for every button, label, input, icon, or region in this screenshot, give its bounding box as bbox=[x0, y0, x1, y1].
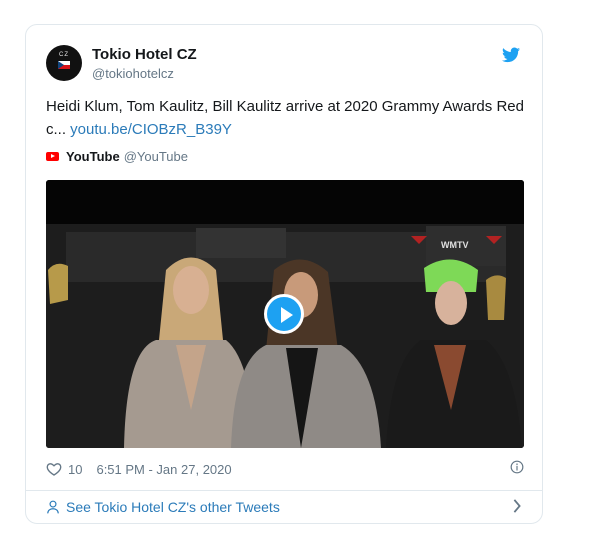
tweet-meta: 10 6:51 PM - Jan 27, 2020 bbox=[46, 459, 524, 479]
czech-flag-icon bbox=[58, 61, 70, 69]
tweet-timestamp[interactable]: 6:51 PM - Jan 27, 2020 bbox=[96, 462, 231, 477]
info-icon[interactable] bbox=[510, 460, 524, 474]
heart-icon[interactable] bbox=[46, 461, 62, 477]
account-name[interactable]: Tokio Hotel CZ bbox=[92, 46, 197, 63]
tweet-card: CZ Tokio Hotel CZ @tokiohotelcz Heidi Kl… bbox=[25, 24, 543, 524]
video-source[interactable]: YouTube @YouTube bbox=[46, 149, 188, 164]
other-tweets-label: See Tokio Hotel CZ's other Tweets bbox=[66, 499, 280, 515]
twitter-bird-icon[interactable] bbox=[502, 47, 520, 63]
account-handle[interactable]: @tokiohotelcz bbox=[92, 66, 174, 81]
video-player[interactable]: WMTV bbox=[46, 180, 524, 448]
avatar[interactable]: CZ bbox=[46, 45, 82, 81]
play-icon[interactable] bbox=[264, 294, 304, 334]
video-watermark: WMTV bbox=[441, 240, 469, 250]
tweet-text: Heidi Klum, Tom Kaulitz, Bill Kaulitz ar… bbox=[46, 95, 536, 141]
chevron-right-icon[interactable] bbox=[512, 499, 522, 513]
source-name: YouTube bbox=[66, 149, 120, 164]
tweet-link[interactable]: youtu.be/CIOBzR_B39Y bbox=[70, 121, 232, 138]
youtube-icon bbox=[46, 152, 59, 161]
like-count[interactable]: 10 bbox=[68, 462, 82, 477]
other-tweets-link[interactable]: See Tokio Hotel CZ's other Tweets bbox=[46, 499, 280, 515]
source-handle: @YouTube bbox=[123, 149, 188, 164]
divider bbox=[26, 490, 542, 491]
avatar-logo: CZ bbox=[59, 52, 69, 58]
person-icon bbox=[47, 500, 59, 514]
